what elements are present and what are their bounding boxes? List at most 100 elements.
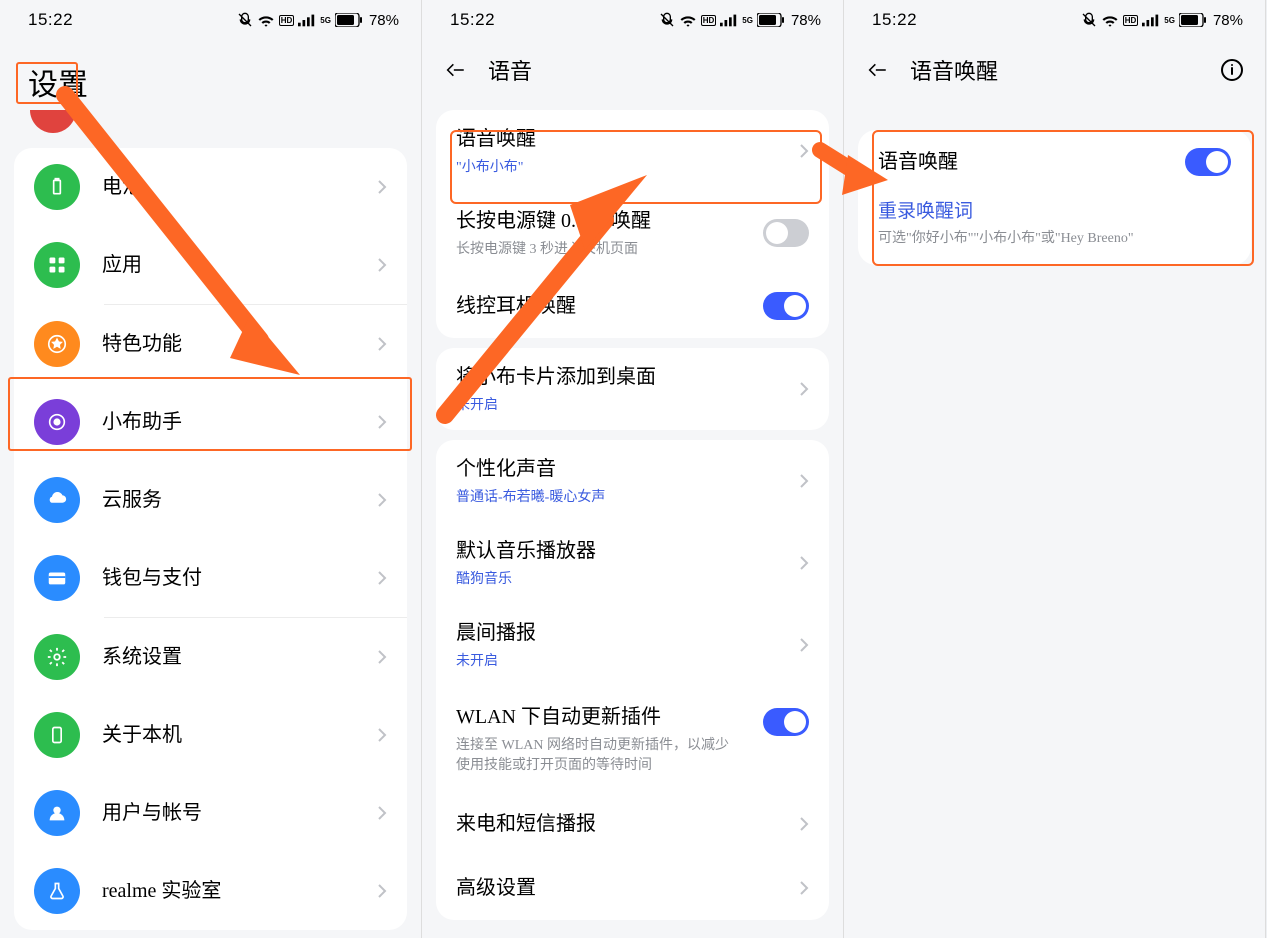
status-time: 15:22 xyxy=(28,10,73,30)
hd-icon: HD xyxy=(279,15,295,26)
page-title: 语音 xyxy=(488,54,532,86)
rerecord-link[interactable]: 重录唤醒词 xyxy=(878,196,1231,223)
wifi-icon xyxy=(1101,13,1119,27)
chevron-right-icon xyxy=(799,474,809,488)
battery-icon xyxy=(1179,13,1207,27)
battery-percent: 78% xyxy=(1213,12,1243,29)
chevron-right-icon xyxy=(377,884,387,898)
chevron-right-icon xyxy=(377,493,387,507)
settings-item-features[interactable]: 特色功能 xyxy=(14,305,407,383)
chevron-right-icon xyxy=(799,881,809,895)
mute-icon xyxy=(1081,12,1097,28)
settings-item-about[interactable]: 关于本机 xyxy=(14,696,407,774)
wifi-icon xyxy=(679,13,697,27)
battery-percent: 78% xyxy=(791,12,821,29)
info-button[interactable] xyxy=(1219,57,1245,83)
settings-item-apps[interactable]: 应用 xyxy=(14,226,407,304)
battery-icon xyxy=(335,13,363,27)
settings-item-cloud[interactable]: 云服务 xyxy=(14,461,407,539)
signal-icon xyxy=(298,13,316,27)
chevron-right-icon xyxy=(377,728,387,742)
phone-icon xyxy=(34,712,80,758)
network-5g-label: 5G xyxy=(742,16,753,25)
chevron-right-icon xyxy=(799,817,809,831)
signal-icon xyxy=(720,13,738,27)
wakeup-card: 语音唤醒 重录唤醒词 可选"你好小布""小布小布"或"Hey Breeno" xyxy=(858,130,1251,265)
settings-item-system[interactable]: 系统设置 xyxy=(14,618,407,696)
phone-screen-voice: 15:22 HD 5G 78% 语音 语音唤醒 "小布小布" 长按电源 xyxy=(422,0,844,938)
mute-icon xyxy=(237,12,253,28)
wakeup-toggle[interactable] xyxy=(1185,148,1231,176)
network-5g-label: 5G xyxy=(320,16,331,25)
chevron-right-icon xyxy=(799,556,809,570)
settings-item-lab[interactable]: realme 实验室 xyxy=(14,852,407,930)
chevron-right-icon xyxy=(377,415,387,429)
signal-icon xyxy=(1142,13,1160,27)
status-icons: HD 5G 78% xyxy=(1081,12,1243,29)
chevron-right-icon xyxy=(377,258,387,272)
chevron-right-icon xyxy=(799,382,809,396)
settings-item-users[interactable]: 用户与帐号 xyxy=(14,774,407,852)
wired-headset-wake-row[interactable]: 线控耳机唤醒 xyxy=(436,274,829,338)
wlan-update-toggle[interactable] xyxy=(763,708,809,736)
page-title: 设置 xyxy=(0,40,421,114)
custom-voice-row[interactable]: 个性化声音 普通话-布若曦-暖心女声 xyxy=(436,440,829,522)
settings-list: 电池 应用 特色功能 小布助手 xyxy=(14,148,407,930)
settings-item-battery[interactable]: 电池 xyxy=(14,148,407,226)
gear-icon xyxy=(34,634,80,680)
header: 语音 xyxy=(422,40,843,100)
chevron-right-icon xyxy=(377,650,387,664)
battery-percent: 78% xyxy=(369,12,399,29)
user-icon xyxy=(34,790,80,836)
page-title: 语音唤醒 xyxy=(910,54,998,86)
status-bar: 15:22 HD 5G 78% xyxy=(422,0,843,40)
rerecord-row[interactable]: 重录唤醒词 可选"你好小布""小布小布"或"Hey Breeno" xyxy=(858,188,1251,265)
back-button[interactable] xyxy=(864,57,890,83)
voice-wake-group: 语音唤醒 "小布小布" 长按电源键 0.5 秒唤醒 长按电源键 3 秒进入关机页… xyxy=(436,110,829,338)
advanced-settings-row[interactable]: 高级设置 xyxy=(436,856,829,920)
breeno-icon xyxy=(34,399,80,445)
network-5g-label: 5G xyxy=(1164,16,1175,25)
headset-wake-toggle[interactable] xyxy=(763,292,809,320)
wifi-icon xyxy=(257,13,275,27)
back-button[interactable] xyxy=(442,57,468,83)
settings-item-breeno[interactable]: 小布助手 xyxy=(14,383,407,461)
mute-icon xyxy=(659,12,675,28)
chevron-right-icon xyxy=(799,638,809,652)
chevron-right-icon xyxy=(377,180,387,194)
voice-wakeup-row[interactable]: 语音唤醒 "小布小布" xyxy=(436,110,829,192)
header: 语音唤醒 xyxy=(844,40,1265,100)
power-wake-toggle[interactable] xyxy=(763,219,809,247)
status-icons: HD 5G 78% xyxy=(237,12,399,29)
call-sms-broadcast-row[interactable]: 来电和短信播报 xyxy=(436,792,829,856)
desktop-card-group: 将小布卡片添加到桌面 未开启 xyxy=(436,348,829,430)
partial-icon xyxy=(30,110,76,133)
settings-item-wallet[interactable]: 钱包与支付 xyxy=(14,539,407,617)
chevron-right-icon xyxy=(377,806,387,820)
default-music-row[interactable]: 默认音乐播放器 酷狗音乐 xyxy=(436,522,829,604)
wlan-auto-update-row[interactable]: WLAN 下自动更新插件 连接至 WLAN 网络时自动更新插件，以减少使用技能或… xyxy=(436,686,829,792)
add-card-to-desktop-row[interactable]: 将小布卡片添加到桌面 未开启 xyxy=(436,348,829,430)
wakeup-toggle-row[interactable]: 语音唤醒 xyxy=(858,130,1251,188)
cloud-icon xyxy=(34,477,80,523)
apps-icon xyxy=(34,242,80,288)
personalization-group: 个性化声音 普通话-布若曦-暖心女声 默认音乐播放器 酷狗音乐 晨间播报 未开启… xyxy=(436,440,829,920)
star-icon xyxy=(34,321,80,367)
morning-briefing-row[interactable]: 晨间播报 未开启 xyxy=(436,604,829,686)
status-bar: 15:22 HD 5G 78% xyxy=(0,0,421,40)
battery-icon xyxy=(34,164,80,210)
phone-screen-settings: 15:22 HD 5G 78% 设置 电池 应用 xyxy=(0,0,422,938)
status-time: 15:22 xyxy=(872,10,917,30)
hd-icon: HD xyxy=(1123,15,1139,26)
status-icons: HD 5G 78% xyxy=(659,12,821,29)
battery-icon xyxy=(757,13,785,27)
chevron-right-icon xyxy=(377,571,387,585)
phone-screen-wakeup: 15:22 HD 5G 78% 语音唤醒 语音唤醒 重录唤醒词 可选"你好小布"… xyxy=(844,0,1266,938)
status-time: 15:22 xyxy=(450,10,495,30)
status-bar: 15:22 HD 5G 78% xyxy=(844,0,1265,40)
wallet-icon xyxy=(34,555,80,601)
chevron-right-icon xyxy=(799,144,809,158)
hd-icon: HD xyxy=(701,15,717,26)
flask-icon xyxy=(34,868,80,914)
power-button-wake-row[interactable]: 长按电源键 0.5 秒唤醒 长按电源键 3 秒进入关机页面 xyxy=(436,192,829,274)
